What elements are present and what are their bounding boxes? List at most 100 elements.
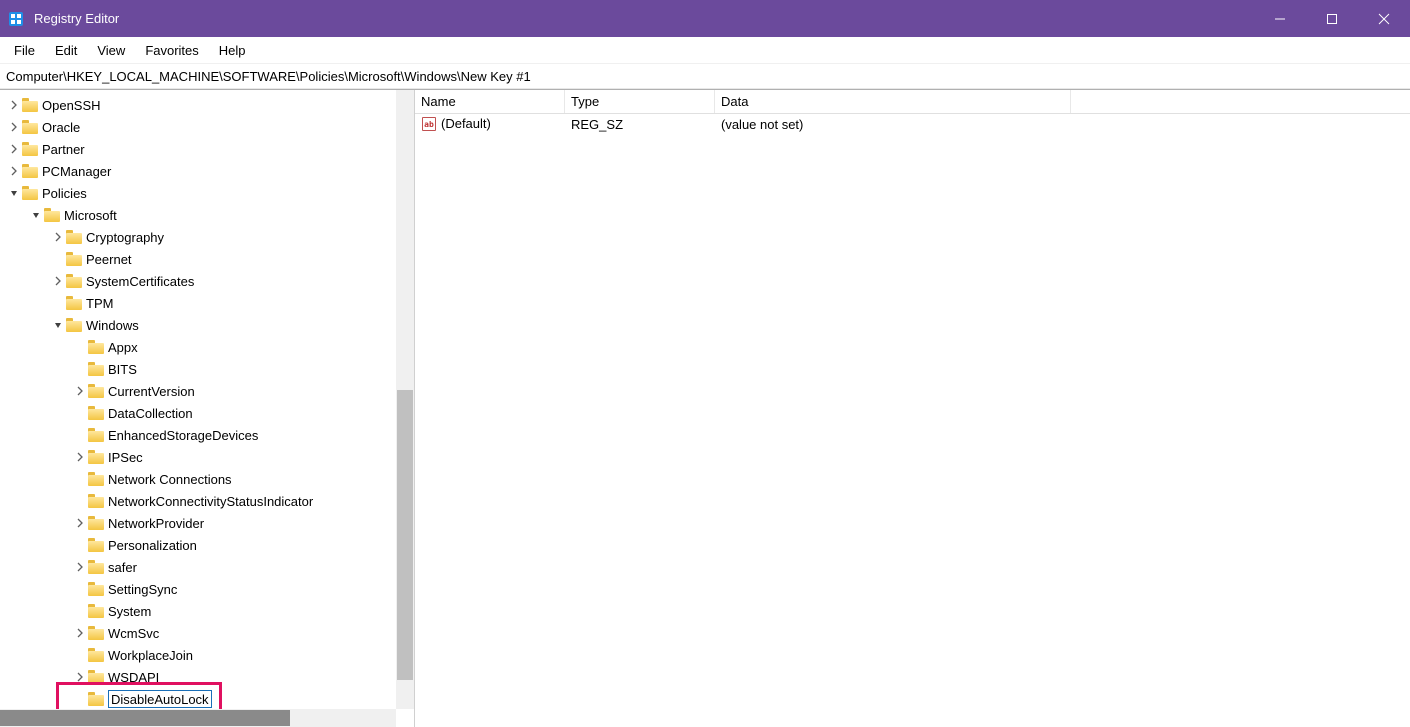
maximize-button[interactable] [1306,0,1358,37]
tree-item[interactable]: WSDAPI [0,666,414,688]
cell-name: ab(Default) [415,116,565,133]
tree-item[interactable]: TPM [0,292,414,314]
tree-item[interactable]: Cryptography [0,226,414,248]
tree-item[interactable]: BITS [0,358,414,380]
tree-item-label: TPM [86,296,119,311]
chevron-right-icon[interactable] [6,163,22,179]
tree-item[interactable]: EnhancedStorageDevices [0,424,414,446]
tree-item-label: WSDAPI [108,670,165,685]
folder-icon [88,471,104,487]
minimize-button[interactable] [1254,0,1306,37]
tree-item[interactable]: DisableAutoLock [0,688,414,710]
chevron-right-icon[interactable] [50,229,66,245]
tree-item[interactable]: Appx [0,336,414,358]
cell-data: (value not set) [715,117,1071,132]
folder-icon [88,449,104,465]
chevron-right-icon[interactable] [6,119,22,135]
address-bar[interactable]: Computer\HKEY_LOCAL_MACHINE\SOFTWARE\Pol… [0,64,1410,89]
chevron-right-icon[interactable] [72,625,88,641]
tree-item[interactable]: PCManager [0,160,414,182]
menu-file[interactable]: File [4,39,45,62]
tree-vertical-scrollbar[interactable] [396,90,414,709]
tree-horizontal-scrollbar[interactable] [0,709,396,727]
menu-bar: File Edit View Favorites Help [0,37,1410,64]
tree-item[interactable]: SettingSync [0,578,414,600]
tree-item[interactable]: NetworkProvider [0,512,414,534]
folder-icon [88,537,104,553]
chevron-down-icon[interactable] [28,207,44,223]
col-header-type[interactable]: Type [565,90,715,113]
tree-item[interactable]: Peernet [0,248,414,270]
tree-item[interactable]: SystemCertificates [0,270,414,292]
chevron-down-icon[interactable] [6,185,22,201]
tree-vertical-scroll-thumb[interactable] [397,390,413,680]
registry-tree[interactable]: OpenSSHOraclePartner PCManager Policies Mic… [0,94,414,710]
folder-icon [66,251,82,267]
tree-item-label: PCManager [42,164,117,179]
menu-edit[interactable]: Edit [45,39,87,62]
folder-icon [66,273,82,289]
chevron-right-icon[interactable] [6,97,22,113]
folder-icon [88,515,104,531]
tree-item[interactable]: Oracle [0,116,414,138]
tree-item[interactable]: Network Connections [0,468,414,490]
folder-icon [22,141,38,157]
folder-icon [88,339,104,355]
tree-item-edit-input[interactable]: DisableAutoLock [108,690,212,708]
chevron-down-icon[interactable] [50,317,66,333]
chevron-right-icon[interactable] [50,273,66,289]
string-value-icon: ab [421,116,437,132]
folder-icon [88,691,104,707]
chevron-right-icon[interactable] [72,449,88,465]
menu-help[interactable]: Help [209,39,256,62]
tree-item-label: System [108,604,157,619]
tree-item[interactable]: safer [0,556,414,578]
chevron-right-icon[interactable] [72,559,88,575]
tree-item-label: Windows [86,318,145,333]
close-button[interactable] [1358,0,1410,37]
tree-item-label: Microsoft [64,208,123,223]
tree-item-label: WorkplaceJoin [108,648,199,663]
folder-icon [22,185,38,201]
list-body: ab(Default)REG_SZ(value not set) [415,114,1410,727]
folder-icon [66,317,82,333]
tree-item[interactable]: IPSec [0,446,414,468]
tree-item-label: Network Connections [108,472,238,487]
folder-icon [88,427,104,443]
menu-view[interactable]: View [87,39,135,62]
folder-icon [88,669,104,685]
address-path: Computer\HKEY_LOCAL_MACHINE\SOFTWARE\Pol… [6,69,531,84]
list-row[interactable]: ab(Default)REG_SZ(value not set) [415,114,1410,134]
list-header: Name Type Data [415,90,1410,114]
folder-icon [88,383,104,399]
chevron-right-icon[interactable] [72,383,88,399]
tree-item[interactable]: CurrentVersion [0,380,414,402]
col-header-data[interactable]: Data [715,90,1071,113]
chevron-right-icon[interactable] [6,141,22,157]
tree-item-label: CurrentVersion [108,384,201,399]
window-title: Registry Editor [34,11,119,26]
chevron-right-icon[interactable] [72,669,88,685]
tree-item-label: safer [108,560,143,575]
tree-item[interactable]: Partner [0,138,414,160]
tree-item-label: SystemCertificates [86,274,200,289]
tree-item[interactable]: WcmSvc [0,622,414,644]
folder-icon [66,229,82,245]
tree-horizontal-scroll-thumb[interactable] [0,710,290,726]
tree-item[interactable]: Windows [0,314,414,336]
tree-item[interactable]: Microsoft [0,204,414,226]
folder-icon [44,207,60,223]
folder-icon [88,581,104,597]
menu-favorites[interactable]: Favorites [135,39,208,62]
tree-item[interactable]: DataCollection [0,402,414,424]
chevron-right-icon[interactable] [72,515,88,531]
tree-item[interactable]: System [0,600,414,622]
tree-item[interactable]: WorkplaceJoin [0,644,414,666]
cell-type: REG_SZ [565,117,715,132]
tree-item[interactable]: Personalization [0,534,414,556]
tree-item[interactable]: OpenSSH [0,94,414,116]
folder-icon [22,119,38,135]
tree-item[interactable]: NetworkConnectivityStatusIndicator [0,490,414,512]
tree-item[interactable]: Policies [0,182,414,204]
col-header-name[interactable]: Name [415,90,565,113]
